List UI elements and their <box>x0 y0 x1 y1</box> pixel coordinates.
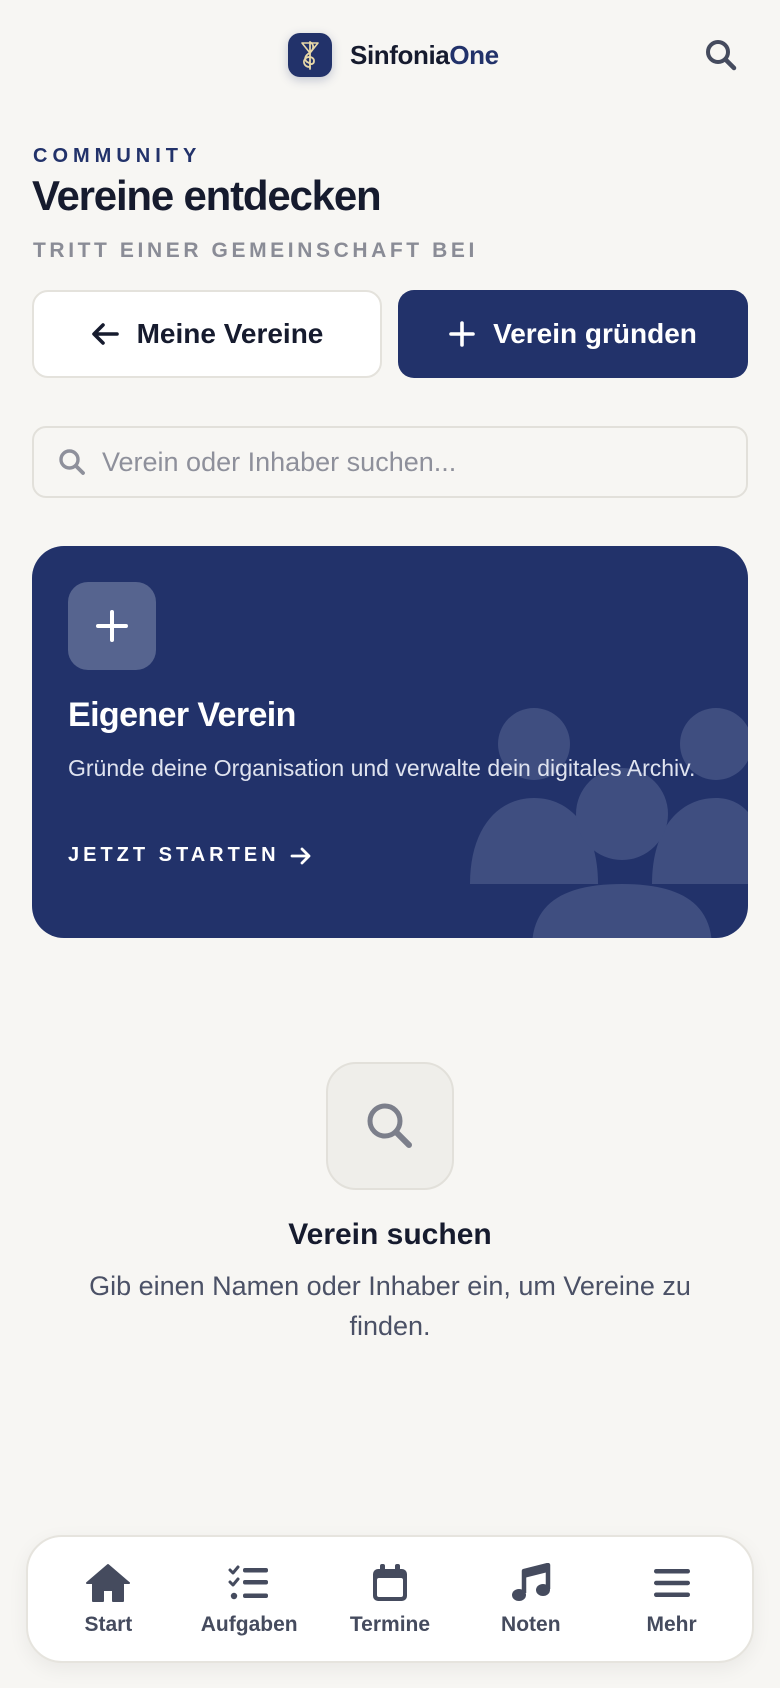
nav-item-events[interactable]: Termine <box>320 1544 460 1654</box>
plus-icon <box>449 321 475 347</box>
brand-name: SinfoniaOne <box>350 39 499 70</box>
home-icon <box>85 1561 131 1605</box>
section-eyebrow: COMMUNITY <box>33 145 202 167</box>
create-club-card[interactable]: Eigener Verein Gründe deine Organisation… <box>32 546 748 938</box>
create-club-button[interactable]: Verein gründen <box>398 290 748 378</box>
calendar-icon <box>371 1561 409 1605</box>
arrow-right-icon <box>290 847 311 864</box>
task-list-icon <box>228 1561 270 1605</box>
card-title: Eigener Verein <box>68 696 296 734</box>
card-description: Gründe deine Organisation und verwalte d… <box>68 755 696 781</box>
start-now-label: JETZT STARTEN <box>68 844 280 866</box>
nav-label-start: Start <box>84 1613 133 1636</box>
nav-item-sheet-music[interactable]: Noten <box>461 1544 601 1654</box>
logo-icon <box>288 33 332 77</box>
search-input[interactable] <box>102 446 702 478</box>
start-now-link[interactable]: JETZT STARTEN <box>68 844 312 867</box>
nav-label-more: Mehr <box>646 1613 697 1636</box>
menu-icon <box>653 1561 691 1605</box>
nav-item-start[interactable]: Start <box>38 1544 178 1654</box>
create-club-label: Verein gründen <box>493 318 697 349</box>
brand[interactable]: SinfoniaOne <box>288 33 499 77</box>
nav-label-events: Termine <box>349 1613 431 1636</box>
search-icon[interactable] <box>704 38 738 72</box>
page-title: Vereine entdecken <box>32 172 382 219</box>
empty-state-text: Gib einen Namen oder Inhaber ein, um Ver… <box>89 1271 691 1341</box>
empty-state-title: Verein suchen <box>288 1218 492 1251</box>
bottom-nav: Start Aufgaben Termine Noten Mehr <box>26 1535 754 1663</box>
search-icon <box>326 1062 454 1190</box>
my-clubs-label: Meine Vereine <box>136 318 324 349</box>
nav-item-more[interactable]: Mehr <box>602 1544 742 1654</box>
app-header: SinfoniaOne <box>0 0 780 112</box>
plus-icon <box>68 582 156 670</box>
music-note-icon <box>511 1561 551 1605</box>
search-icon <box>59 449 85 475</box>
nav-item-tasks[interactable]: Aufgaben <box>179 1544 319 1654</box>
nav-label-sheet-music: Noten <box>501 1613 561 1636</box>
my-clubs-button[interactable]: Meine Vereine <box>32 290 382 378</box>
nav-label-tasks: Aufgaben <box>200 1613 298 1636</box>
search-box[interactable] <box>32 426 748 498</box>
users-group-icon <box>470 708 748 938</box>
page-subtitle: TRITT EINER GEMEINSCHAFT BEI <box>33 239 478 262</box>
arrow-left-icon <box>91 323 119 345</box>
